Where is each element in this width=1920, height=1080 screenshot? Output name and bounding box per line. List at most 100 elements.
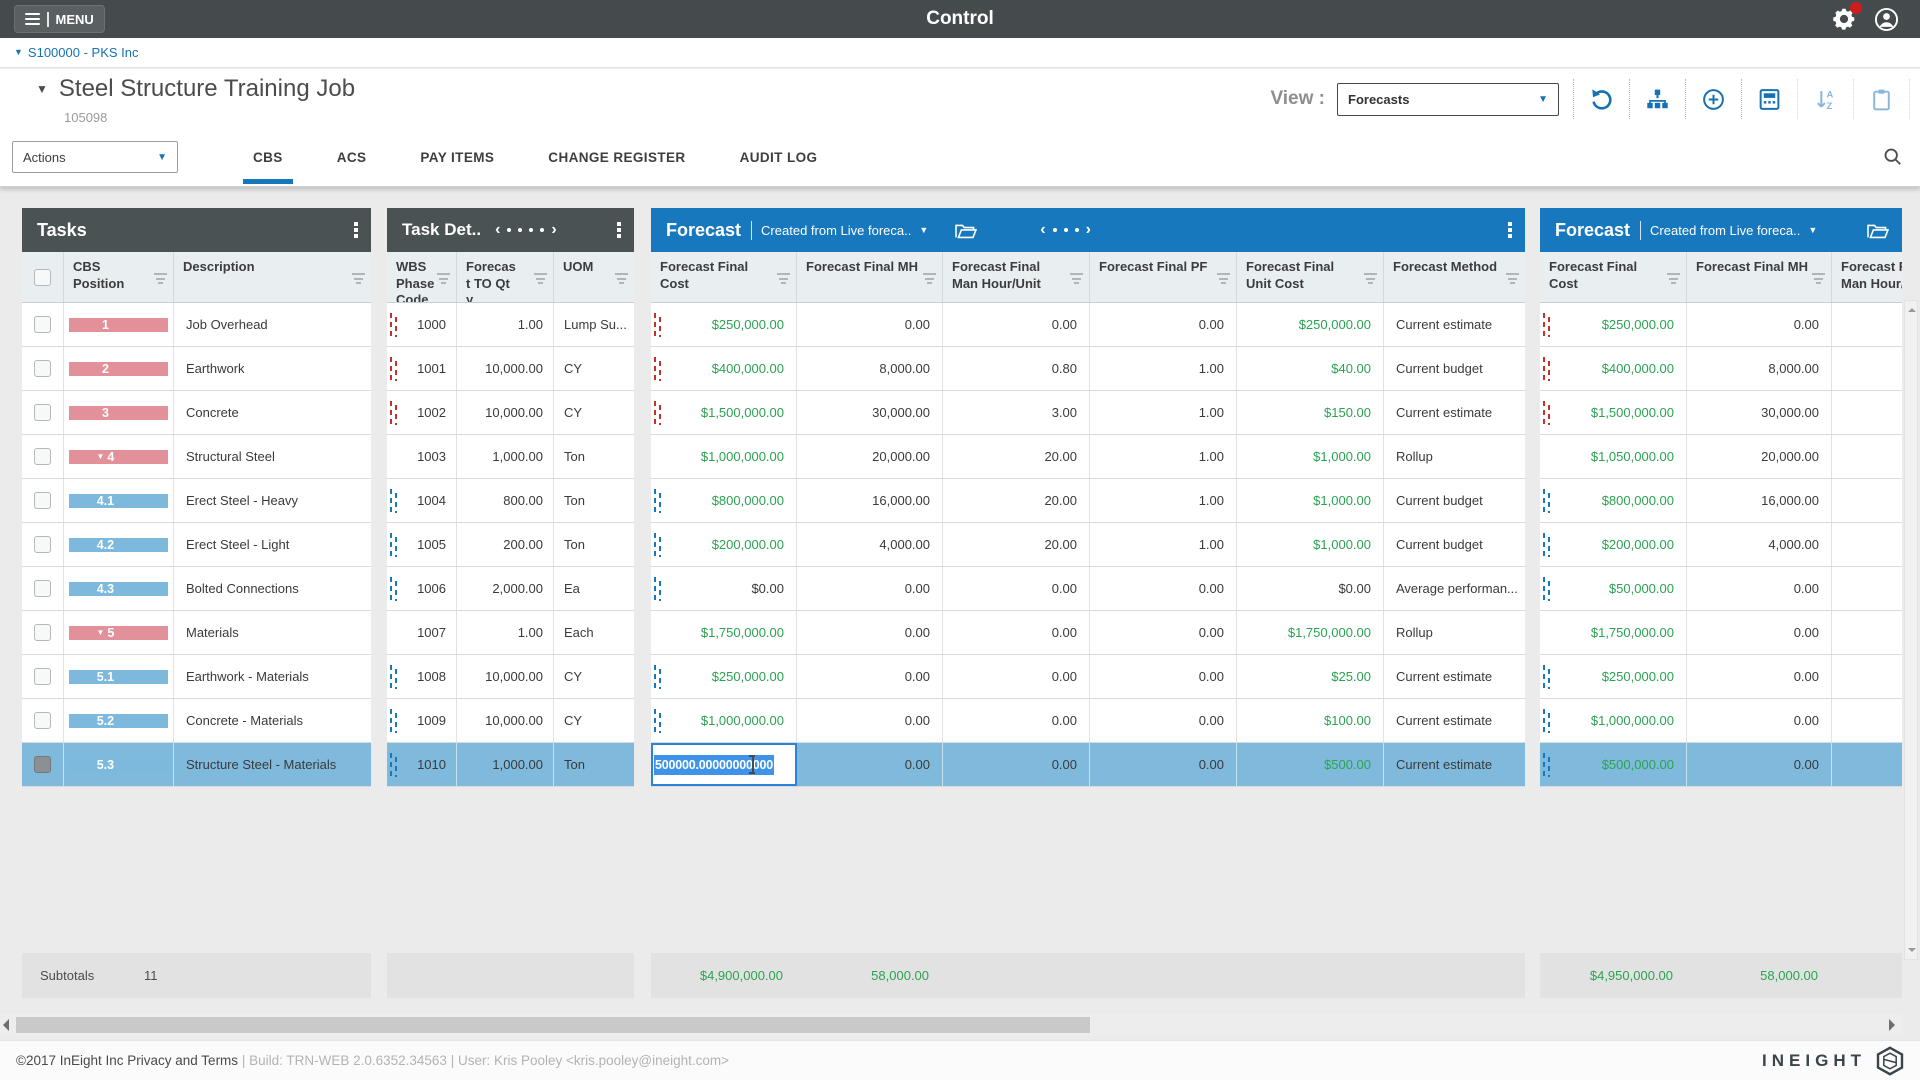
filter-icon[interactable] [1217,273,1230,284]
horizontal-scroll-thumb[interactable] [16,1017,1090,1033]
uom-cell[interactable]: CY [554,347,634,390]
forecast-final-unit-cost-cell[interactable]: $1,000.00 [1237,435,1384,478]
user-profile-icon[interactable] [1873,6,1900,33]
forecast-final-unit-cost-cell[interactable]: $40.00 [1237,347,1384,390]
forecast-final-cost-cell[interactable]: $1,000,000.00 [1540,699,1687,742]
forecast-final-man-hour-unit-cell[interactable] [1832,391,1902,434]
forecast-final-cost-cell[interactable]: $200,000.00 [651,523,797,566]
row-checkbox[interactable] [34,756,51,773]
filter-icon[interactable] [1812,273,1825,284]
description-cell[interactable]: Earthwork [174,347,371,390]
forecast-final-cost-cell[interactable]: $250,000.00 [651,303,797,346]
wbs-phase-code-cell[interactable]: 1008 [387,655,457,698]
forecast-final-cost-cell[interactable]: $250,000.00 [1540,303,1687,346]
row-checkbox[interactable] [34,580,51,597]
forecast-final-man-hour-unit-cell[interactable]: 20.00 [943,435,1090,478]
filter-icon[interactable] [1506,273,1519,284]
forecast-method-cell[interactable]: Current budget [1384,347,1525,390]
uom-cell[interactable]: Ton [554,479,634,522]
wbs-phase-code-cell[interactable]: 1007 [387,611,457,654]
job-expand-icon[interactable]: ▼ [36,82,48,96]
column-header-cbs-position[interactable]: CBS Position [64,252,174,302]
forecast-method-cell[interactable]: Current estimate [1384,655,1525,698]
forecast-final-mh-cell[interactable]: 0.00 [797,743,943,786]
column-header-forecast-method[interactable]: Forecast Method [1384,252,1525,302]
description-cell[interactable]: Earthwork - Materials [174,655,371,698]
forecast-method-cell[interactable]: Current estimate [1384,303,1525,346]
cbs-position-badge[interactable]: 5.2 [69,714,168,728]
forecast-final-mh-cell[interactable]: 4,000.00 [1687,523,1832,566]
description-cell[interactable]: Job Overhead [174,303,371,346]
forecast-to-qty-cell[interactable]: 2,000.00 [457,567,554,610]
forecast-method-cell[interactable]: Current budget [1384,523,1525,566]
forecast-final-cost-cell[interactable]: $200,000.00 [1540,523,1687,566]
open-snapshot-icon[interactable] [1866,222,1890,239]
forecast-final-unit-cost-cell[interactable]: $1,000.00 [1237,479,1384,522]
scroll-right-icon[interactable] [1889,1019,1895,1031]
forecast-final-pf-cell[interactable]: 0.00 [1090,611,1237,654]
wbs-phase-code-cell[interactable]: 1005 [387,523,457,566]
forecast-final-mh-cell[interactable]: 0.00 [1687,611,1832,654]
forecast-final-unit-cost-cell[interactable]: $1,000.00 [1237,523,1384,566]
filter-icon[interactable] [777,273,790,284]
column-header-forecast-final-cost[interactable]: Forecast Final Cost [1540,252,1687,302]
forecast-to-qty-cell[interactable]: 1.00 [457,611,554,654]
forecast-method-cell[interactable]: Current estimate [1384,699,1525,742]
forecast-final-cost-cell[interactable]: $250,000.00 [1540,655,1687,698]
row-checkbox[interactable] [34,668,51,685]
forecast-method-cell[interactable]: Current estimate [1384,391,1525,434]
forecast-final-cost-cell[interactable]: $1,750,000.00 [651,611,797,654]
scroll-up-icon[interactable] [1908,308,1916,312]
pager-dot[interactable] [1075,228,1079,232]
forecast-final-man-hour-unit-cell[interactable] [1832,523,1902,566]
pager-dot[interactable] [507,228,511,232]
forecast-final-mh-cell[interactable]: 0.00 [797,655,943,698]
row-checkbox[interactable] [34,448,51,465]
paste-icon[interactable] [1853,79,1910,119]
forecast-final-man-hour-unit-cell[interactable] [1832,347,1902,390]
forecast-final-mh-cell[interactable]: 0.00 [797,699,943,742]
forecast-final-pf-cell[interactable]: 0.00 [1090,655,1237,698]
column-header-wbs-phase-code[interactable]: WBS Phase Code [387,252,457,302]
forecast-final-man-hour-unit-cell[interactable] [1832,611,1902,654]
cbs-position-badge[interactable]: 4.2 [69,538,168,552]
forecast-final-mh-cell[interactable]: 8,000.00 [1687,347,1832,390]
forecast-final-cost-cell[interactable]: $800,000.00 [651,479,797,522]
forecast-final-cost-cell[interactable]: $1,000,000.00 [651,699,797,742]
forecast-final-man-hour-unit-cell[interactable] [1832,567,1902,610]
wbs-phase-code-cell[interactable]: 1006 [387,567,457,610]
forecast-to-qty-cell[interactable]: 10,000.00 [457,347,554,390]
forecast-final-mh-cell[interactable]: 0.00 [1687,655,1832,698]
uom-cell[interactable]: CY [554,655,634,698]
pager-left-icon[interactable]: ‹ [495,222,500,238]
cbs-position-badge[interactable]: 1 [69,318,168,332]
forecast-method-cell[interactable]: Rollup [1384,611,1525,654]
cbs-position-badge[interactable]: ▼4 [69,450,168,464]
column-header-forecast-final-man-hour-unit[interactable]: Forecast Final Man Hour/Unit [943,252,1090,302]
forecast-final-cost-cell[interactable]: $400,000.00 [1540,347,1687,390]
forecast-final-man-hour-unit-cell[interactable] [1832,479,1902,522]
row-checkbox[interactable] [34,536,51,553]
open-snapshot-icon[interactable] [954,222,978,239]
forecast-to-qty-cell[interactable]: 10,000.00 [457,391,554,434]
forecast-final-unit-cost-cell[interactable]: $100.00 [1237,699,1384,742]
filter-icon[interactable] [1667,273,1680,284]
row-checkbox[interactable] [34,360,51,377]
description-cell[interactable]: Erect Steel - Light [174,523,371,566]
wbs-phase-code-cell[interactable]: 1010 [387,743,457,786]
forecast-final-cost-cell[interactable]: $500,000.00 [1540,743,1687,786]
forecast-final-man-hour-unit-cell[interactable]: 0.00 [943,699,1090,742]
cbs-position-badge[interactable]: 5.1 [69,670,168,684]
forecast-final-man-hour-unit-cell[interactable]: 0.00 [943,303,1090,346]
forecast-to-qty-cell[interactable]: 1,000.00 [457,435,554,478]
actions-dropdown[interactable]: Actions ▼ [12,141,178,173]
forecast-final-cost-cell[interactable]: $250,000.00 [651,655,797,698]
filter-icon[interactable] [154,273,167,284]
column-header-forecast-final-pf[interactable]: Forecast Final PF [1090,252,1237,302]
forecast-final-pf-cell[interactable]: 0.00 [1090,303,1237,346]
forecast-final-man-hour-unit-cell[interactable]: 0.00 [943,611,1090,654]
forecast-final-mh-cell[interactable]: 0.00 [1687,567,1832,610]
filter-icon[interactable] [437,273,450,284]
forecast-final-man-hour-unit-cell[interactable]: 0.00 [943,655,1090,698]
column-header-forecast-final-unit-cost[interactable]: Forecast Final Unit Cost [1237,252,1384,302]
